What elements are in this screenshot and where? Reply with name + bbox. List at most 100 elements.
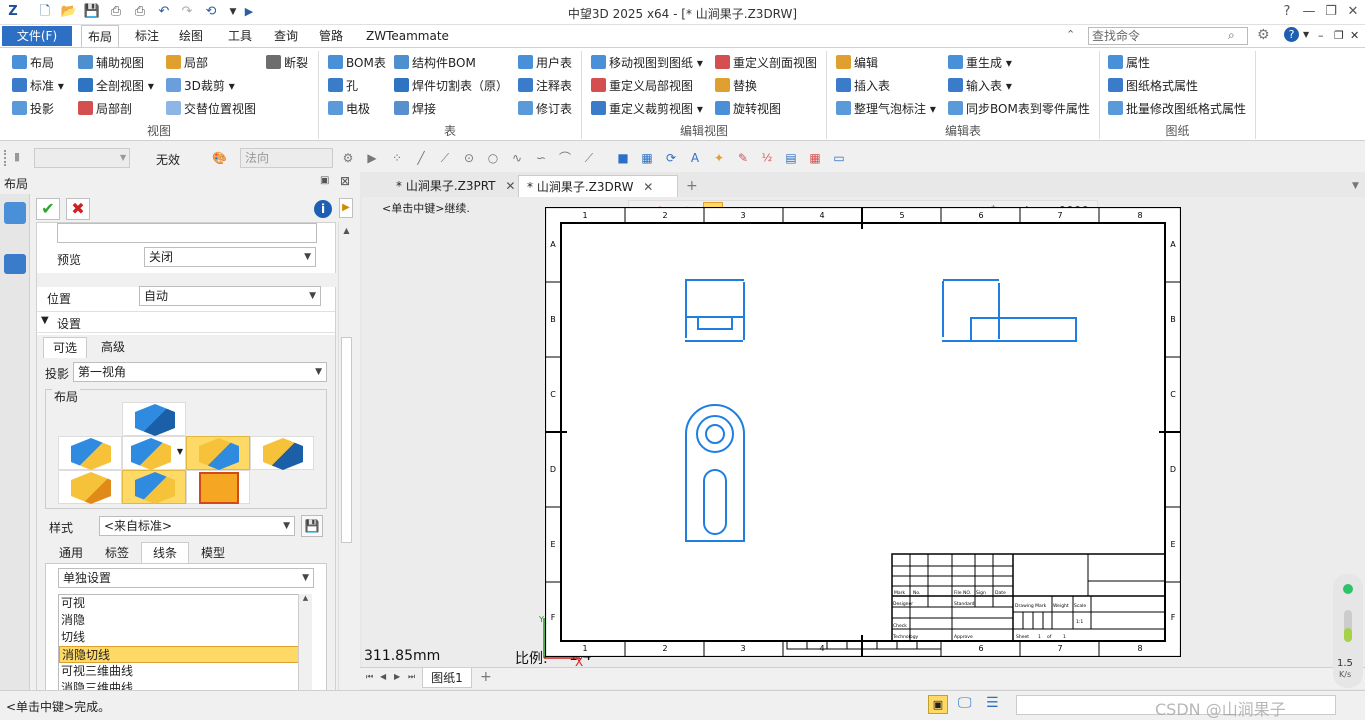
sheet-props-button[interactable]: 属性 [1108, 53, 1150, 73]
detail-button[interactable]: 局部 [166, 53, 208, 73]
tangent-icon[interactable]: ⟋ [581, 150, 597, 166]
redefine-section-button[interactable]: 重定义剖面视图 [715, 53, 817, 73]
layout-tool-icon[interactable] [4, 202, 26, 224]
projection-button[interactable]: 投影 [12, 99, 54, 119]
preview-select[interactable]: 关闭 ▼ [144, 247, 316, 267]
settings-header[interactable]: ▼ 设置 [37, 311, 335, 333]
fraction-icon[interactable]: ½ [759, 150, 775, 166]
list-item[interactable]: 切线 [59, 629, 309, 646]
list-item-selected[interactable]: 消隐切线 [59, 646, 309, 663]
note-table-button[interactable]: 注释表 [518, 76, 572, 96]
file-menu[interactable]: 文件(F) [2, 26, 72, 46]
table-grid-icon[interactable]: ▦ [807, 150, 823, 166]
help-mini-icon[interactable]: ? [1276, 3, 1298, 21]
tab-zwteammate[interactable]: ZWTeammate [360, 25, 455, 47]
doc-restore-button[interactable]: ❐ [1334, 29, 1344, 42]
insert-table-button[interactable]: 插入表 [836, 76, 890, 96]
hole-table-button[interactable]: 孔 [328, 76, 358, 96]
position-select[interactable]: 自动 ▼ [139, 286, 321, 306]
electrode-button[interactable]: 电极 [328, 99, 370, 119]
tab-general[interactable]: 通用 [51, 543, 91, 563]
input-table-button[interactable]: 输入表 ▾ [948, 76, 1012, 96]
point-icon[interactable]: ⁘ [389, 150, 405, 166]
layout-iso-left-view[interactable] [58, 470, 122, 504]
tab-query[interactable]: 查询 [268, 25, 304, 47]
revision-table-button[interactable]: 修订表 [518, 99, 572, 119]
frame-icon[interactable]: ▭ [831, 150, 847, 166]
last-sheet-icon[interactable]: ⏭ [408, 672, 415, 682]
line-point-icon[interactable]: ⟋ [437, 150, 453, 166]
redefine-crop-button[interactable]: 重定义裁剪视图 ▾ [591, 99, 703, 119]
gear-icon[interactable]: ⚙ [1257, 27, 1270, 43]
move-to-sheet-button[interactable]: 移动视图到图纸 ▾ [591, 53, 703, 73]
tab-annotate[interactable]: 标注 [129, 25, 165, 47]
tab-optional[interactable]: 可选 [43, 337, 87, 358]
tab-tools[interactable]: 工具 [222, 25, 258, 47]
search-input[interactable]: 查找命令 [1088, 27, 1248, 45]
sync-bom-button[interactable]: 同步BOM表到零件属性 [948, 99, 1090, 119]
snap-icon[interactable]: ⚙ [340, 150, 356, 166]
tab-draw[interactable]: 绘图 [173, 25, 209, 47]
filter-select[interactable] [34, 148, 130, 168]
spline-icon[interactable]: ∽ [533, 150, 549, 166]
scroll-thumb[interactable] [341, 337, 352, 543]
list-scrollbar[interactable]: ▲ [298, 594, 312, 692]
tab-advanced[interactable]: 高级 [91, 337, 135, 358]
text-icon[interactable]: A [687, 150, 703, 166]
close-button[interactable]: ✕ [1342, 3, 1364, 21]
full-section-button[interactable]: 全剖视图 ▾ [78, 76, 154, 96]
layout-button[interactable]: 布局 [12, 53, 54, 73]
tabs-menu-icon[interactable]: ▼ [1344, 175, 1365, 197]
curve-icon[interactable]: ∿ [509, 150, 525, 166]
play-icon[interactable]: ▶ [364, 150, 380, 166]
aux-view-button[interactable]: 辅助视图 [78, 53, 144, 73]
save-style-icon[interactable]: 💾 [301, 515, 323, 537]
grip-handle[interactable] [4, 150, 10, 166]
grid-select-icon[interactable]: ▦ [639, 150, 655, 166]
regen-button[interactable]: 重生成 ▾ [948, 53, 1012, 73]
edit-table-button[interactable]: 编辑 [836, 53, 878, 73]
name-field[interactable] [57, 223, 317, 243]
cancel-button[interactable]: ✖ [66, 198, 90, 220]
close-tab-icon[interactable]: ✕ [505, 179, 515, 193]
balloon-button[interactable]: 整理气泡标注 ▾ [836, 99, 936, 119]
standard-button[interactable]: 标准 ▾ [12, 76, 64, 96]
tab-piping[interactable]: 管路 [313, 25, 349, 47]
projection-select[interactable]: 第一视角 ▼ [73, 362, 327, 382]
layout-bottom-view[interactable] [122, 470, 186, 504]
normal-direction-input[interactable]: 法向 [240, 148, 333, 168]
bom-button[interactable]: BOM表 [328, 53, 386, 73]
line-mode-select[interactable]: 单独设置 ▼ [58, 568, 314, 588]
help-icon[interactable]: ? [1284, 27, 1299, 42]
panel-scrollbar[interactable]: ▲ [338, 222, 354, 690]
rotate-view-button[interactable]: 旋转视图 [715, 99, 781, 119]
minimize-button[interactable]: — [1298, 3, 1320, 21]
circle-center-icon[interactable]: ⊙ [461, 150, 477, 166]
tab-drawing-document[interactable]: * 山涧果子.Z3DRW ✕ [518, 175, 678, 197]
list-item[interactable]: 可视 [59, 595, 309, 612]
add-sheet-icon[interactable]: + [480, 669, 492, 685]
struct-bom-button[interactable]: 结构件BOM [394, 53, 476, 73]
layout-left-view[interactable] [58, 436, 122, 470]
layout-iso-right-view[interactable] [186, 470, 250, 504]
list-icon[interactable]: ☰ [986, 695, 999, 711]
layer-icon[interactable]: ▤ [783, 150, 799, 166]
weld-button[interactable]: 焊接 [394, 99, 436, 119]
book-icon[interactable] [4, 254, 26, 274]
break-button[interactable]: 断裂 [266, 53, 308, 73]
cube-icon[interactable]: ■ [615, 150, 631, 166]
info-icon[interactable]: i [314, 200, 332, 218]
tab-model[interactable]: 模型 [193, 543, 233, 563]
alt-position-button[interactable]: 交替位置视图 [166, 99, 256, 119]
layout-back-view[interactable] [250, 436, 314, 470]
restore-button[interactable]: ❐ [1320, 3, 1342, 21]
replace-button[interactable]: 替换 [715, 76, 757, 96]
style-select[interactable]: <来自标准> ▼ [99, 516, 295, 536]
color-pick-icon[interactable]: 🎨 [212, 151, 227, 165]
ok-button[interactable]: ✔ [36, 198, 60, 220]
monitor-icon[interactable]: 🖵 [958, 695, 972, 711]
collapse-ribbon-icon[interactable]: ⌃ [1066, 28, 1075, 41]
tab-lines[interactable]: 线条 [141, 542, 189, 563]
close-panel-icon[interactable]: ⊠ [340, 174, 350, 188]
prev-sheet-icon[interactable]: ◀ [380, 672, 386, 681]
